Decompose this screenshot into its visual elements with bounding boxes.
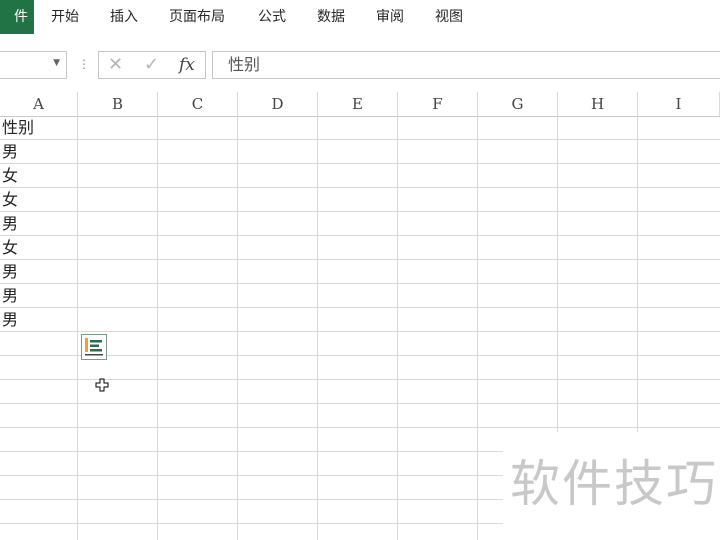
cell-a8[interactable]: 男	[2, 284, 18, 308]
formula-buttons: ✕ ✓ fx	[98, 51, 206, 79]
tab-home[interactable]: 开始	[51, 0, 79, 34]
column-header-c[interactable]: C	[158, 92, 238, 116]
close-icon[interactable]: ✕	[108, 53, 123, 77]
column-header-a[interactable]: A	[0, 92, 78, 116]
tab-view[interactable]: 视图	[435, 0, 463, 34]
column-header-b[interactable]: B	[78, 92, 158, 116]
cell-a5[interactable]: 男	[2, 212, 18, 236]
quick-analysis-icon[interactable]	[81, 334, 107, 360]
tab-formulas[interactable]: 公式	[258, 0, 286, 34]
gridline	[77, 116, 78, 540]
column-header-e[interactable]: E	[318, 92, 398, 116]
gridline	[477, 116, 478, 540]
tab-data[interactable]: 数据	[317, 0, 345, 34]
gridline	[317, 116, 318, 540]
cursor-cross-icon	[95, 377, 109, 392]
column-header-f[interactable]: F	[398, 92, 478, 116]
cell-a6[interactable]: 女	[2, 236, 18, 260]
column-headers: A B C D E F G H I	[0, 92, 720, 117]
cell-a4[interactable]: 女	[2, 188, 18, 212]
cursor-glyph	[95, 378, 109, 392]
gridline	[397, 116, 398, 540]
column-header-d[interactable]: D	[238, 92, 318, 116]
name-box[interactable]: ▼	[0, 51, 67, 79]
insert-function-button[interactable]: fx	[179, 53, 195, 77]
column-header-h[interactable]: H	[558, 92, 638, 116]
cell-a7[interactable]: 男	[2, 260, 18, 284]
check-icon[interactable]: ✓	[144, 53, 159, 77]
chevron-down-icon[interactable]: ▼	[53, 58, 60, 68]
gridline	[237, 116, 238, 540]
cell-a2[interactable]: 男	[2, 140, 18, 164]
cell-a9[interactable]: 男	[2, 308, 18, 332]
splitter-handle-icon[interactable]: ⋮	[78, 57, 90, 71]
formula-bar: ▼ ⋮ ✕ ✓ fx 性别	[0, 48, 720, 84]
tab-file[interactable]: 件	[0, 0, 34, 34]
cell-a3[interactable]: 女	[2, 164, 18, 188]
cell-a1[interactable]: 性别	[2, 116, 34, 140]
tab-insert[interactable]: 插入	[110, 0, 138, 34]
watermark-text: 软件技巧	[510, 455, 718, 513]
quick-analysis-glyph	[85, 338, 103, 356]
column-header-g[interactable]: G	[478, 92, 558, 116]
ribbon-tab-bar: 件 开始 插入 页面布局 公式 数据 审阅 视图	[0, 0, 720, 36]
formula-input[interactable]: 性别	[212, 51, 720, 79]
column-header-i[interactable]: I	[638, 92, 720, 116]
tab-review[interactable]: 审阅	[376, 0, 404, 34]
tab-page-layout[interactable]: 页面布局	[169, 0, 225, 34]
gridline	[157, 116, 158, 540]
